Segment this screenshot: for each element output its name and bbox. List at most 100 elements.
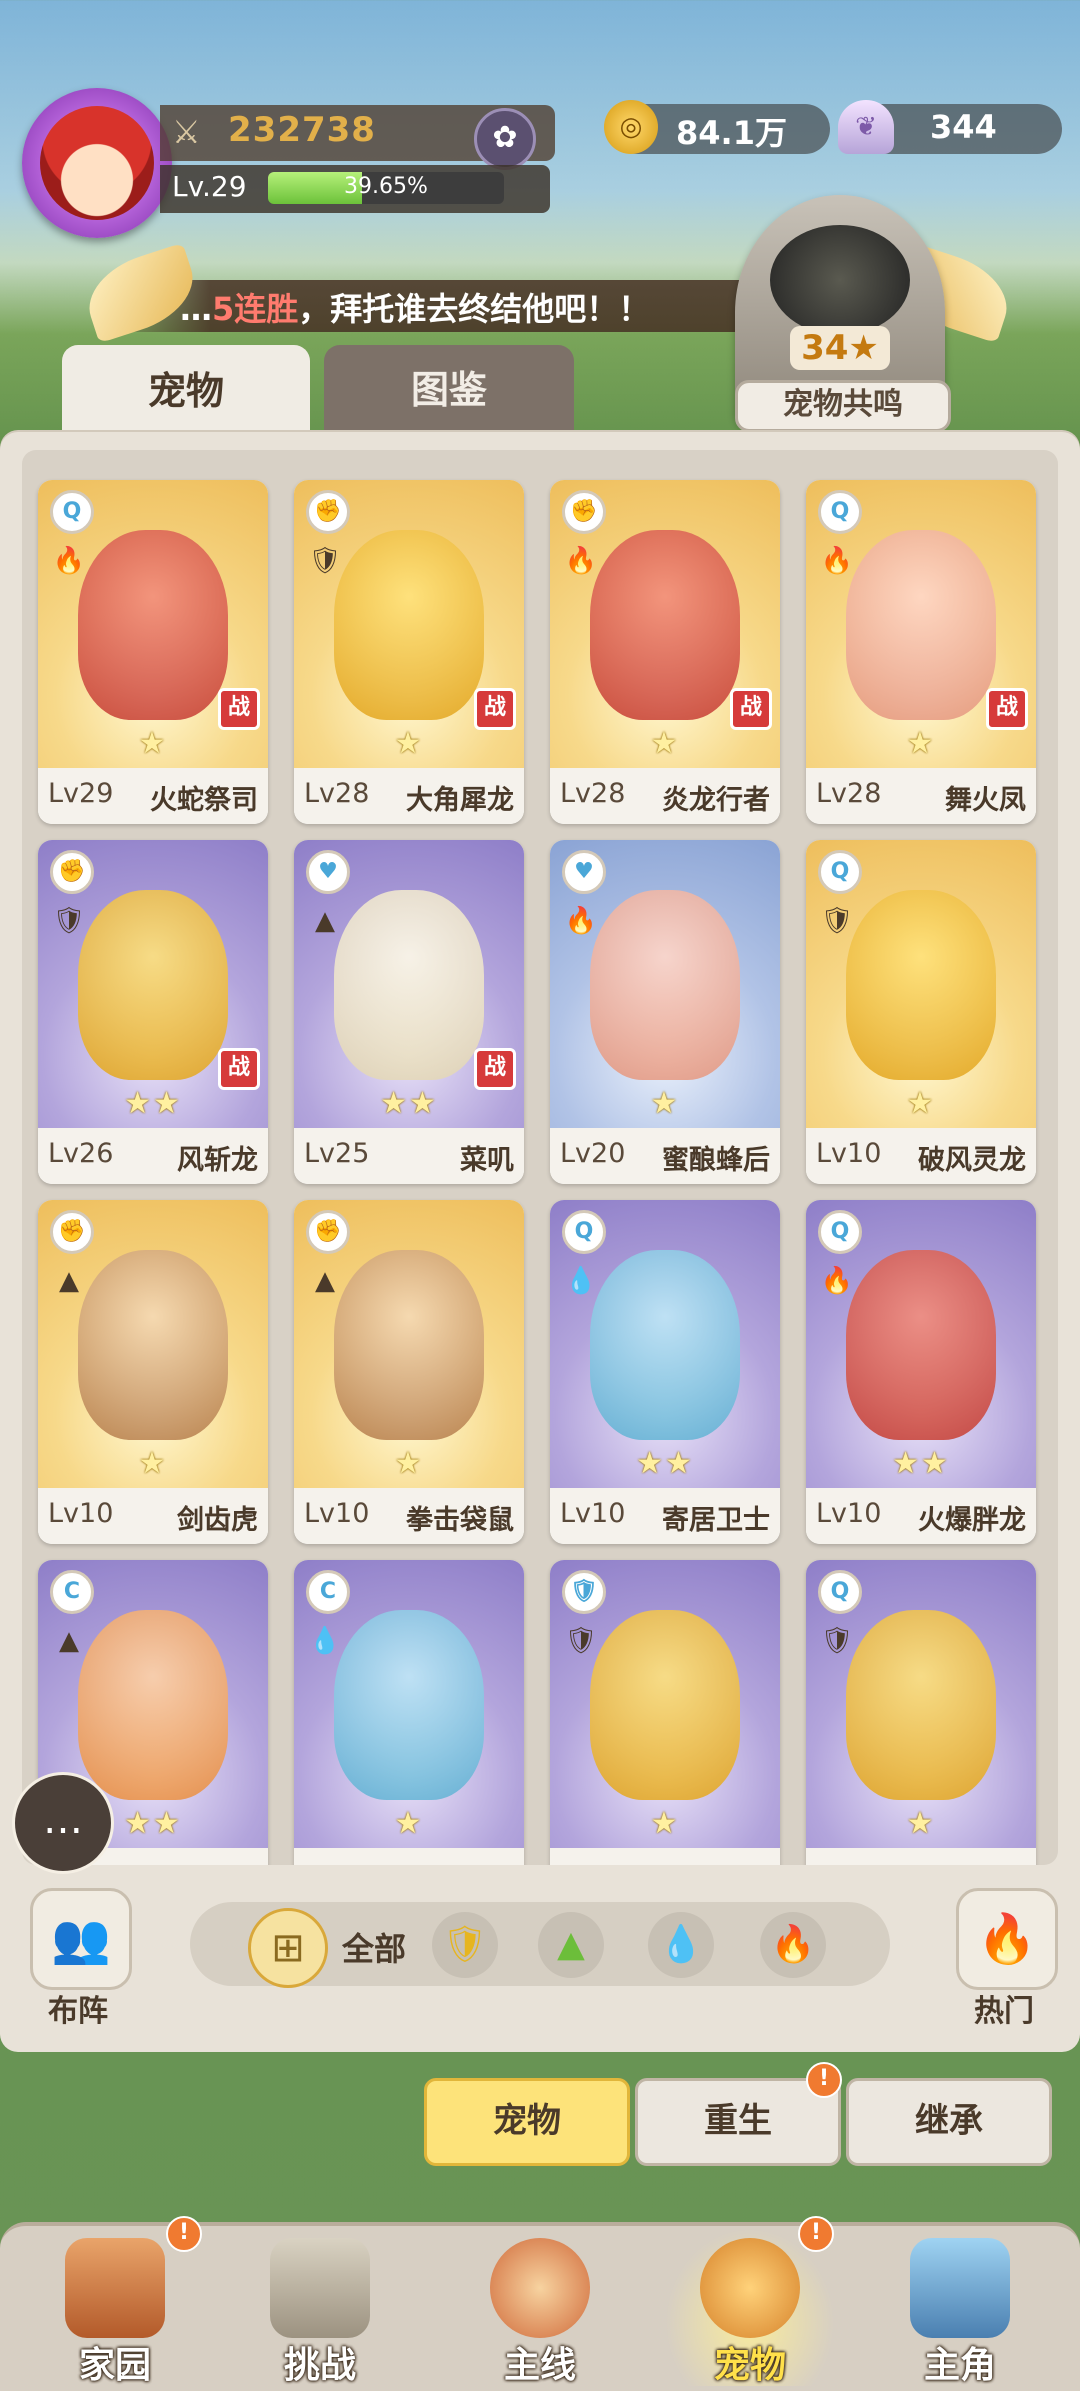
pet-element-icon: ▲ <box>315 1266 335 1296</box>
pet-card[interactable]: ✊ 🛡 战 ★★ Lv26 风斩龙 <box>38 840 268 1184</box>
pet-card[interactable]: Q 💧 ★★ Lv10 寄居卫士 <box>550 1200 780 1544</box>
rank-badge-icon[interactable]: ✿ <box>474 108 536 170</box>
pets-icon <box>700 2238 800 2338</box>
pet-level: Lv29 <box>48 778 114 809</box>
filter-earth-icon[interactable]: ▲ <box>538 1912 604 1978</box>
rebirth-alert-badge: ! <box>806 2062 842 2098</box>
pet-card[interactable]: ✊ 🔥 战 ★ Lv28 炎龙行者 <box>550 480 780 824</box>
pet-card[interactable]: Q 🛡 ★ <box>806 1560 1036 1865</box>
pet-card-art: ✊ 🔥 战 ★ <box>550 480 780 768</box>
power-value: 232738 <box>228 110 376 150</box>
pet-card-info: Lv10 火爆胖龙 <box>806 1488 1036 1544</box>
nav-pets-label: 宠物 <box>713 2345 786 2386</box>
pet-stars: ★ <box>906 726 936 761</box>
pet-stars: ★ <box>394 726 424 761</box>
pet-level: Lv28 <box>560 778 626 809</box>
pet-level: Lv28 <box>816 778 882 809</box>
pet-level: Lv10 <box>560 1498 626 1529</box>
player-level: Lv.29 <box>172 170 247 203</box>
pet-element-icon: 🔥 <box>52 546 86 576</box>
pet-card[interactable]: ✊ 🛡 战 ★ Lv28 大角犀龙 <box>294 480 524 824</box>
pets-alert-badge: ! <box>798 2216 834 2252</box>
nav-main[interactable]: 主线 <box>445 2228 635 2386</box>
power-icon: ⚔ <box>172 113 201 151</box>
pet-card-info <box>806 1848 1036 1865</box>
nav-hero-label: 主角 <box>923 2345 996 2386</box>
pet-level: Lv10 <box>816 1138 882 1169</box>
pet-card-info: Lv10 寄居卫士 <box>550 1488 780 1544</box>
pet-level: Lv20 <box>560 1138 626 1169</box>
tab-pets[interactable]: 宠物 <box>62 345 310 445</box>
coin-value: 84.1万 <box>676 114 787 152</box>
pet-name: 菜叽 <box>460 1145 514 1176</box>
pet-card-art: ♥ 🔥 ★ <box>550 840 780 1128</box>
pet-name: 炎龙行者 <box>662 785 770 816</box>
formation-button[interactable]: 👥 <box>30 1888 132 1990</box>
avatar-portrait <box>40 106 154 220</box>
tab-book[interactable]: 图鉴 <box>324 345 574 437</box>
pet-level: Lv26 <box>48 1138 114 1169</box>
pet-card[interactable]: Q 🛡 ★ Lv10 破风灵龙 <box>806 840 1036 1184</box>
pet-portrait <box>78 530 228 720</box>
filter-all-icon[interactable]: ⊞ <box>248 1908 328 1988</box>
pet-stars: ★ <box>394 1446 424 1481</box>
pet-name: 舞火凤 <box>945 785 1026 816</box>
filter-water-icon[interactable]: 💧 <box>648 1912 714 1978</box>
nav-hero[interactable]: 主角 <box>865 2228 1055 2386</box>
filter-fire-icon[interactable]: 🔥 <box>760 1912 826 1978</box>
pets-sub-button[interactable]: 宠物 <box>424 2078 630 2166</box>
pet-card-art: ✊ 🛡 战 ★ <box>294 480 524 768</box>
pet-grid: Q 🔥 战 ★ Lv29 火蛇祭司 ✊ 🛡 战 ★ Lv28 大角犀龙 ✊ 🔥 战 ★ Lv28 炎龙行者 Q 🔥 战 ★… <box>22 450 1058 1865</box>
pet-type-icon: C <box>306 1570 350 1614</box>
pet-stars: ★★ <box>636 1446 694 1481</box>
pet-card[interactable]: 🛡 🛡 ★ <box>550 1560 780 1865</box>
announcement-highlight: 5连胜 <box>212 290 299 328</box>
pet-element-icon: 🛡 <box>820 906 854 936</box>
pet-name: 大角犀龙 <box>406 785 514 816</box>
pet-type-icon: ✊ <box>562 490 606 534</box>
pet-card-info: Lv29 火蛇祭司 <box>38 768 268 824</box>
hot-button[interactable]: 🔥 <box>956 1888 1058 1990</box>
in-battle-badge: 战 <box>986 688 1028 730</box>
pet-name: 风斩龙 <box>177 1145 258 1176</box>
pet-card[interactable]: ✊ ▲ ★ Lv10 拳击袋鼠 <box>294 1200 524 1544</box>
pet-card-info <box>294 1848 524 1865</box>
inherit-button[interactable]: 继承 <box>846 2078 1052 2166</box>
pet-card[interactable]: Q 🔥 ★★ Lv10 火爆胖龙 <box>806 1200 1036 1544</box>
pet-level: Lv10 <box>48 1498 114 1529</box>
main-quest-icon <box>490 2238 590 2338</box>
pet-stars: ★ <box>650 726 680 761</box>
pet-element-icon: 🛡 <box>52 906 86 936</box>
pet-type-icon: Q <box>562 1210 606 1254</box>
pet-card-art: ✊ ▲ ★ <box>38 1200 268 1488</box>
chat-icon[interactable]: … <box>12 1772 114 1874</box>
pet-type-icon: C <box>50 1570 94 1614</box>
pet-card[interactable]: ♥ 🔥 ★ Lv20 蜜酿蜂后 <box>550 840 780 1184</box>
in-battle-badge: 战 <box>474 1048 516 1090</box>
pet-element-icon: 🔥 <box>820 546 854 576</box>
pet-type-icon: Q <box>818 1570 862 1614</box>
pet-type-icon: ✊ <box>50 1210 94 1254</box>
pet-card-info: Lv10 破风灵龙 <box>806 1128 1036 1184</box>
pet-card-info <box>550 1848 780 1865</box>
pet-type-icon: 🛡 <box>562 1570 606 1614</box>
pet-card[interactable]: C 💧 ★ <box>294 1560 524 1865</box>
pet-card[interactable]: Q 🔥 战 ★ Lv28 舞火凤 <box>806 480 1036 824</box>
pet-card-art: ✊ ▲ ★ <box>294 1200 524 1488</box>
pet-portrait <box>78 890 228 1080</box>
pet-card[interactable]: Q 🔥 战 ★ Lv29 火蛇祭司 <box>38 480 268 824</box>
pet-stars: ★ <box>138 1446 168 1481</box>
shell-icon: ❦ <box>838 100 894 154</box>
pet-card[interactable]: ✊ ▲ ★ Lv10 剑齿虎 <box>38 1200 268 1544</box>
nav-challenge-label: 挑战 <box>283 2345 356 2386</box>
pet-level: Lv25 <box>304 1138 370 1169</box>
nav-main-label: 主线 <box>503 2345 576 2386</box>
pet-card-art: Q 🛡 ★ <box>806 1560 1036 1848</box>
filter-shield-icon[interactable]: 🛡 <box>432 1912 498 1978</box>
nav-challenge[interactable]: 挑战 <box>225 2228 415 2386</box>
pet-card-info: Lv26 风斩龙 <box>38 1128 268 1184</box>
pet-card[interactable]: ♥ ▲ 战 ★★ Lv25 菜叽 <box>294 840 524 1184</box>
pet-portrait <box>334 890 484 1080</box>
pet-card-art: C 💧 ★ <box>294 1560 524 1848</box>
shell-value: 344 <box>930 108 997 146</box>
